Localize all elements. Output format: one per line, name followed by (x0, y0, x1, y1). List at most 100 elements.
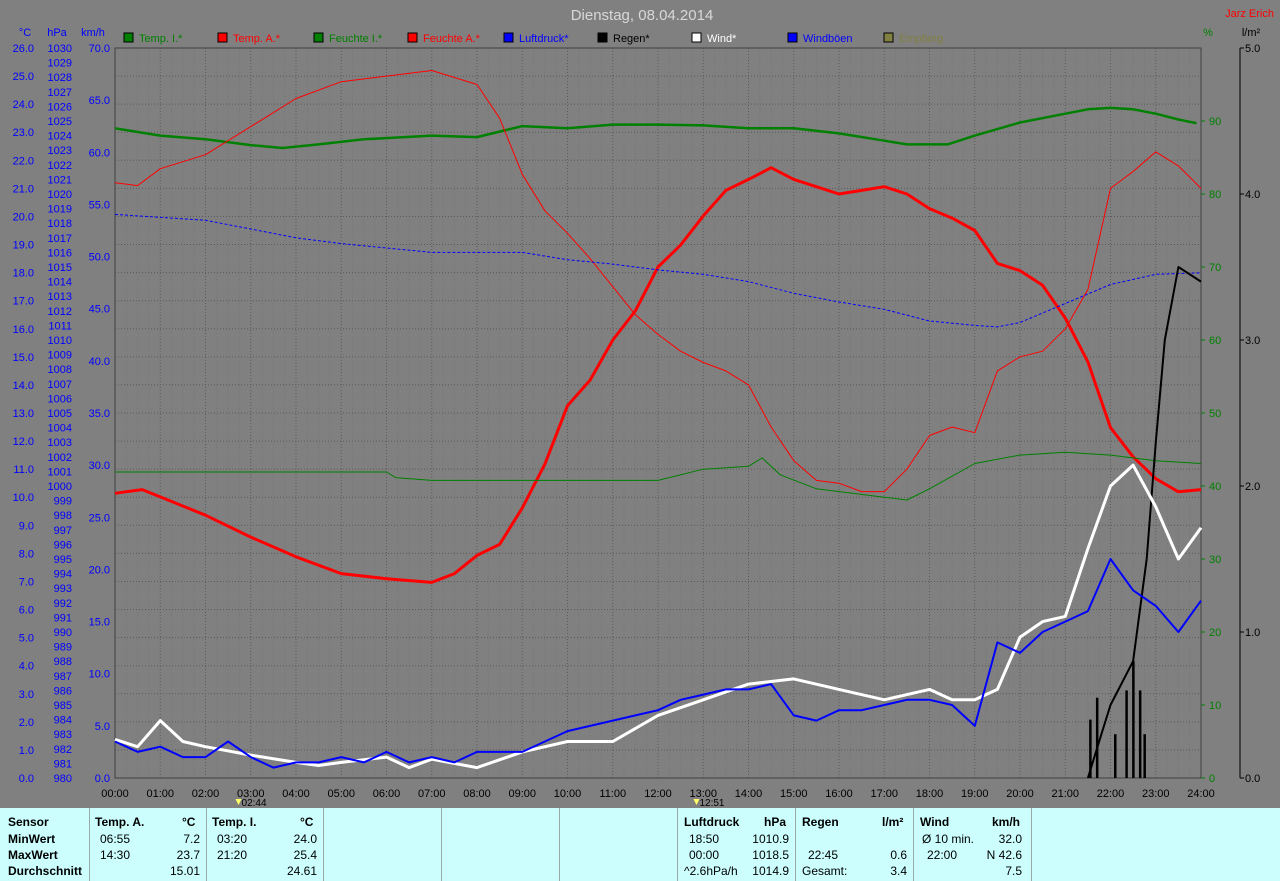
chart-background (0, 0, 1280, 808)
wind-header: Wind (920, 815, 950, 829)
temp-axis-tick-label: 3.0 (19, 689, 34, 701)
wind-axis-tick-label: 20.0 (89, 564, 110, 576)
pressure-axis-tick-label: 1024 (48, 131, 72, 143)
x-tick-label: 23:00 (1142, 788, 1170, 800)
temp-a-min-value: 7.2 (183, 832, 200, 846)
pressure-axis-tick-label: 1013 (48, 291, 72, 303)
temp-axis-tick-label: 4.0 (19, 661, 34, 673)
humidity-axis-tick-label: 60 (1209, 335, 1221, 347)
temp-axis-tick-label: 26.0 (13, 43, 34, 55)
temp-axis-tick-label: 2.0 (19, 717, 34, 729)
wind-axis-tick-label: 70.0 (89, 43, 110, 55)
temp-axis-tick-label: 1.0 (19, 745, 34, 757)
temp-axis-tick-label: 8.0 (19, 548, 34, 560)
temp-axis-tick-label: 12.0 (13, 436, 34, 448)
pressure-axis-tick-label: 1016 (48, 247, 72, 259)
pressure-max-value: 1018.5 (752, 848, 789, 862)
legend-swatch (691, 32, 702, 43)
pressure-axis-tick-label: 996 (54, 539, 72, 551)
sensor-header: Sensor (8, 815, 49, 829)
temp-axis-tick-label: 25.0 (13, 71, 34, 83)
pressure-axis-tick-label: 1003 (48, 437, 72, 449)
temp-i-header: Temp. I. (212, 815, 257, 829)
legend-swatch (597, 32, 608, 43)
temp-axis-tick-label: 11.0 (13, 464, 34, 476)
wind-unit: km/h (992, 815, 1021, 829)
pressure-axis-tick-label: 994 (54, 569, 72, 581)
pressure-axis-tick-label: 997 (54, 525, 72, 537)
pressure-axis-tick-label: 1008 (48, 364, 72, 376)
pressure-min-time: 18:50 (689, 832, 720, 846)
legend-label: Temp. I.* (139, 33, 183, 45)
wind-avg10-value: 32.0 (998, 832, 1022, 846)
rain-bar (1114, 734, 1117, 778)
legend-swatch (123, 32, 134, 43)
pressure-axis-tick-label: 985 (54, 700, 72, 712)
x-tick-label: 17:00 (870, 788, 898, 800)
humidity-axis-tick-label: 0 (1209, 773, 1215, 785)
rain-bar (1132, 661, 1135, 778)
rain-max-value: 0.6 (890, 848, 907, 862)
temp-i-avg-value: 24.61 (286, 864, 317, 878)
pressure-axis-tick-label: 986 (54, 685, 72, 697)
temp-i-min-time: 03:20 (217, 832, 248, 846)
event-marker-label: 02:44 (242, 798, 267, 808)
humidity-axis-tick-label: 90 (1209, 116, 1221, 128)
x-tick-label: 00:00 (101, 788, 129, 800)
x-tick-label: 18:00 (916, 788, 944, 800)
pressure-axis-tick-label: 1026 (48, 101, 72, 113)
temp-axis-tick-label: 10.0 (13, 492, 34, 504)
temp-a-max-time: 14:30 (100, 848, 131, 862)
legend-label: Luftdruck* (519, 33, 569, 45)
legend-label: Wind* (707, 33, 737, 45)
temp-axis-tick-label: 18.0 (13, 268, 34, 280)
column-divider (89, 808, 90, 881)
temp-axis-tick-label: 14.0 (13, 380, 34, 392)
temp-axis-unit: °C (19, 27, 31, 39)
x-tick-label: 21:00 (1051, 788, 1079, 800)
x-tick-label: 12:00 (644, 788, 672, 800)
pressure-axis-tick-label: 987 (54, 671, 72, 683)
column-divider (559, 808, 560, 881)
pressure-axis-tick-label: 1012 (48, 306, 72, 318)
pressure-axis-tick-label: 1010 (48, 335, 72, 347)
wind-axis-tick-label: 15.0 (89, 617, 110, 629)
temp-axis-tick-label: 19.0 (13, 240, 34, 252)
temp-i-max-value: 25.4 (293, 848, 317, 862)
legend-swatch (503, 32, 514, 43)
legend: Temp. I.* Temp. A.* Feuchte I.* Feuchte A.*… (123, 32, 943, 45)
wind-axis-tick-label: 60.0 (89, 147, 110, 159)
pressure-axis-tick-label: 984 (54, 715, 72, 727)
pressure-axis-tick-label: 1025 (48, 116, 72, 128)
temp-i-unit: °C (300, 815, 314, 829)
pressure-axis-tick-label: 1007 (48, 379, 72, 391)
temp-axis-tick-label: 0.0 (19, 773, 34, 785)
x-tick-label: 01:00 (146, 788, 174, 800)
pressure-axis-tick-label: 1005 (48, 408, 72, 420)
pressure-axis-tick-label: 1022 (48, 160, 72, 172)
x-tick-label: 20:00 (1006, 788, 1034, 800)
pressure-unit: hPa (764, 815, 787, 829)
rain-axis-tick-label: 1.0 (1245, 627, 1260, 639)
pressure-axis-tick-label: 993 (54, 583, 72, 595)
rain-bar (1143, 734, 1146, 778)
rain-unit: l/m² (882, 815, 904, 829)
rain-bar (1138, 690, 1142, 778)
pressure-axis-tick-label: 1028 (48, 72, 72, 84)
humidity-axis-tick-label: 50 (1209, 408, 1221, 420)
temp-axis-tick-label: 6.0 (19, 605, 34, 617)
humidity-axis-tick-label: 70 (1209, 262, 1221, 274)
pressure-header: Luftdruck (684, 815, 740, 829)
x-tick-label: 06:00 (373, 788, 401, 800)
temp-a-unit: °C (182, 815, 196, 829)
pressure-axis-tick-label: 1019 (48, 204, 72, 216)
rain-axis-tick-label: 3.0 (1245, 335, 1260, 347)
wind-axis-tick-label: 55.0 (89, 199, 110, 211)
x-tick-label: 22:00 (1097, 788, 1125, 800)
event-marker-label: 12:51 (699, 798, 724, 808)
x-tick-label: 16:00 (825, 788, 853, 800)
rain-axis-tick-label: 0.0 (1245, 773, 1260, 785)
wind-axis-tick-label: 50.0 (89, 252, 110, 264)
legend-swatch (313, 32, 324, 43)
pressure-axis-tick-label: 1002 (48, 452, 72, 464)
